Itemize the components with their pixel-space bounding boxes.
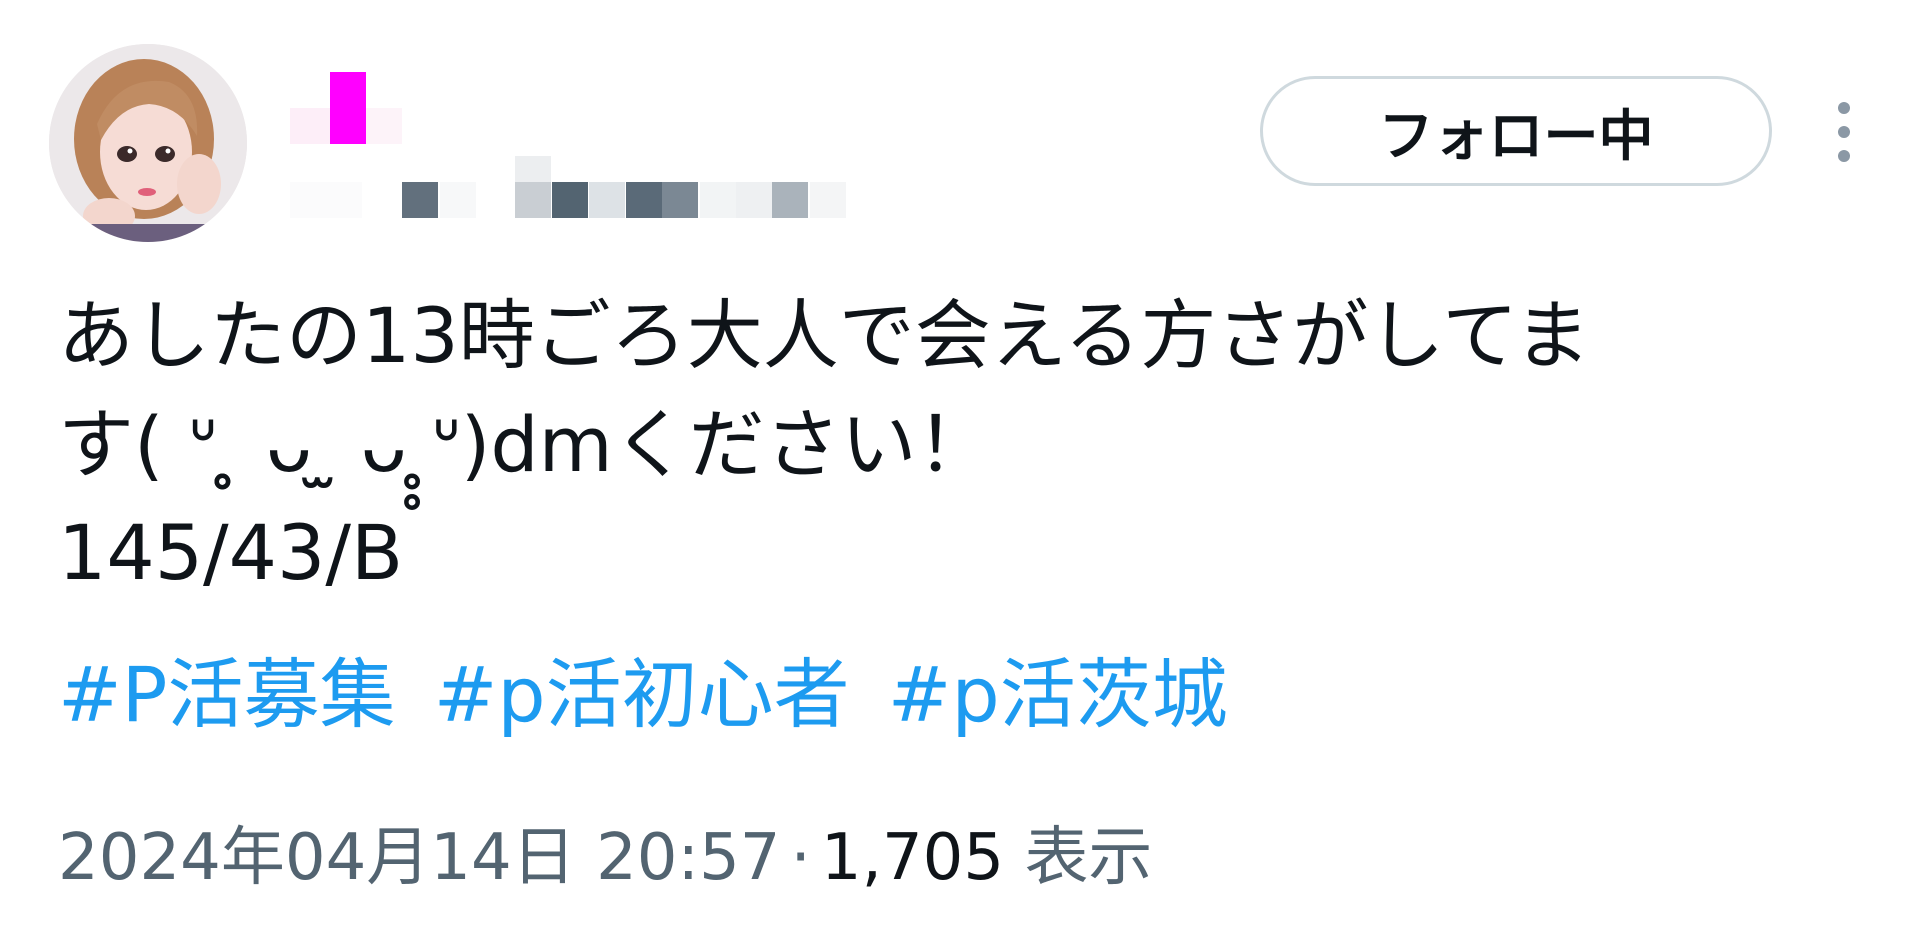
view-count[interactable]: 1,705 (821, 821, 1004, 895)
redaction-block (515, 182, 551, 218)
tweet-text-line: あしたの13時ごろ大人で会える方さがしてま (58, 291, 1591, 380)
tweet-text: あしたの13時ごろ大人で会える方さがしてま す( ᐡ ̥̥ ᴗ ̫ ᴗ ̥̥ᐡ)… (58, 282, 1888, 608)
tweet-card: フォロー中 あしたの13時ごろ大人で会える方さがしてま す( ᐡ ̥̥ ᴗ ̫ … (0, 0, 1920, 947)
redaction-block (440, 182, 476, 218)
more-vertical-icon-dot (1838, 126, 1850, 138)
redaction-block (366, 108, 402, 144)
meta-separator: · (790, 821, 811, 895)
redaction-block (772, 182, 808, 218)
redaction-block (589, 182, 625, 218)
redaction-block (402, 182, 438, 218)
tweet-text-line: す( ᐡ ̥̥ ᴗ ̫ ᴗ ̥̥ᐡ)dmください！ (58, 399, 993, 489)
hashtag-link[interactable]: #p活初心者 (434, 650, 850, 739)
hashtag-link[interactable]: #P活募集 (58, 650, 396, 739)
username (290, 72, 291, 73)
redacted-display-name (330, 72, 366, 144)
hashtag-link[interactable]: #p活茨城 (888, 650, 1228, 739)
more-options-button[interactable] (1820, 92, 1868, 172)
avatar[interactable] (49, 44, 247, 242)
redaction-block (736, 182, 772, 218)
display-name[interactable] (290, 72, 291, 73)
tweet-text-line: 145/43/B (58, 508, 404, 598)
hashtag-list: #P活募集 #p活初心者 #p活茨城 (58, 646, 1888, 745)
redaction-block (552, 182, 588, 218)
more-vertical-icon (1838, 102, 1850, 114)
user-name-block[interactable] (290, 72, 880, 232)
redaction-block (626, 182, 662, 218)
redaction-block (290, 108, 330, 144)
more-vertical-icon-dot (1838, 150, 1850, 162)
tweet-meta: 2024年04月14日 20:57 · 1,705 表示 (58, 820, 1152, 897)
avatar-image (49, 44, 247, 242)
redaction-block (700, 182, 736, 218)
view-label: 表示 (1024, 821, 1153, 895)
following-button[interactable]: フォロー中 (1260, 76, 1772, 186)
redaction-block (810, 182, 846, 218)
redaction-block (290, 182, 362, 218)
timestamp-link[interactable]: 2024年04月14日 20:57 (58, 821, 781, 895)
redaction-block (662, 182, 698, 218)
